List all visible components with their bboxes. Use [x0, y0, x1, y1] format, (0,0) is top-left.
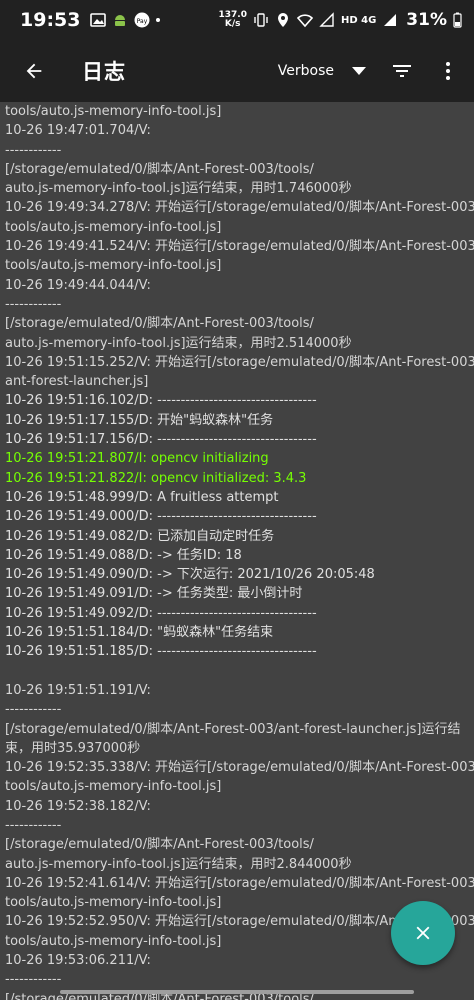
log-line: ------------ — [5, 702, 62, 718]
more-options-button[interactable] — [430, 53, 466, 89]
status-bar: 19:53 Pay 137.0 K/s HD 4G 31% — [0, 0, 474, 40]
log-list[interactable]: tools/auto.js-memory-info-tool.js] 10-26 … — [0, 102, 474, 1000]
signal-strength-icon — [384, 14, 397, 26]
log-line: 10-26 19:51:48.999/D: A fruitless attemp… — [5, 489, 279, 505]
log-line: ------------ — [5, 972, 62, 988]
log-line: ------------ — [5, 296, 62, 312]
log-line: 10-26 19:51:51.191/V: — [5, 682, 151, 698]
navigation-handle[interactable] — [60, 990, 414, 994]
log-line: 10-26 19:49:44.044/V: — [5, 277, 151, 293]
log-line: 10-26 19:51:51.184/D: "蚂蚁森林"任务结束 — [5, 625, 274, 641]
log-line: 10-26 19:52:41.614/V: 开始运行[/storage/emul… — [5, 875, 474, 891]
net-speed-unit: K/s — [224, 19, 241, 29]
log-line: 10-26 19:52:35.338/V: 开始运行[/storage/emul… — [5, 760, 474, 776]
log-line: [/storage/emulated/0/脚本/Ant-Forest-003/t… — [5, 837, 314, 853]
close-icon — [416, 926, 430, 940]
signal-icon — [319, 12, 334, 27]
android-icon — [115, 15, 126, 26]
net-speed: 137.0 K/s — [219, 11, 247, 29]
log-line: auto.js-memory-info-tool.js]运行结束，用时2.844… — [5, 856, 352, 872]
log-line: ant-forest-launcher.js] — [5, 374, 149, 390]
log-line: ------------ — [5, 142, 62, 158]
gallery-icon — [90, 13, 107, 27]
log-line: tools/auto.js-memory-info-tool.js] — [5, 104, 222, 119]
network-type: HD 4G — [340, 14, 377, 26]
vibrate-icon — [254, 13, 268, 27]
notification-icons: Pay — [90, 12, 161, 28]
battery-icon — [453, 12, 462, 28]
log-line: 10-26 19:51:15.252/V: 开始运行[/storage/emul… — [5, 354, 474, 370]
log-line: tools/auto.js-memory-info-tool.js] — [5, 219, 222, 235]
log-level-label: Verbose — [277, 63, 334, 79]
log-line: 10-26 19:49:34.278/V: 开始运行[/storage/emul… — [5, 200, 474, 216]
log-line: 10-26 19:51:49.082/D: 已添加自动定时任务 — [5, 528, 275, 544]
log-line: ------------ — [5, 817, 62, 833]
more-notifications-dot-icon — [156, 18, 161, 22]
location-icon — [277, 13, 288, 27]
back-arrow-icon — [26, 63, 42, 79]
log-line: 10-26 19:51:21.807/I: opencv initializin… — [5, 451, 269, 467]
log-line: 10-26 19:51:49.088/D: -> 任务ID: 18 — [5, 547, 242, 563]
more-vert-icon — [446, 62, 450, 80]
log-line: tools/auto.js-memory-info-tool.js] — [5, 258, 222, 274]
log-line: auto.js-memory-info-tool.js]运行结束，用时1.746… — [5, 181, 352, 197]
log-line: 10-26 19:51:51.185/D: ------------------… — [5, 644, 317, 660]
log-line: 10-26 19:51:49.000/D: ------------------… — [5, 509, 317, 525]
log-line: 束，用时35.937000秒 — [5, 740, 141, 756]
log-line: [/storage/emulated/0/脚本/Ant-Forest-003/t… — [5, 161, 314, 177]
filter-icon — [393, 65, 411, 77]
log-line: tools/auto.js-memory-info-tool.js] — [5, 779, 222, 795]
log-line: 10-26 19:51:49.090/D: -> 下次运行: 2021/10/2… — [5, 567, 375, 583]
log-line: 10-26 19:51:49.092/D: ------------------… — [5, 605, 317, 621]
wifi-icon — [296, 14, 313, 28]
log-line: 10-26 19:51:16.102/D: ------------------… — [5, 393, 317, 409]
log-line: auto.js-memory-info-tool.js]运行结束，用时2.514… — [5, 335, 352, 351]
page-title: 日志 — [82, 60, 126, 84]
svg-text:Pay: Pay — [137, 18, 148, 25]
battery-percent: 31% — [406, 10, 447, 30]
log-line: [/storage/emulated/0/脚本/Ant-Forest-003/t… — [5, 316, 314, 332]
log-line: 10-26 19:51:17.155/D: 开始"蚂蚁森林"任务 — [5, 412, 274, 428]
log-line: 10-26 19:51:17.156/D: ------------------… — [5, 432, 317, 448]
log-line: 10-26 19:51:21.822/I: opencv initialized… — [5, 470, 307, 486]
dropdown-arrow-icon — [352, 67, 366, 75]
status-right: 137.0 K/s HD 4G 31% — [219, 10, 463, 30]
status-time: 19:53 — [20, 9, 81, 31]
app-toolbar: 日志 Verbose — [0, 40, 474, 102]
clear-log-button[interactable] — [391, 901, 455, 965]
log-line: 10-26 19:49:41.524/V: 开始运行[/storage/emul… — [5, 239, 474, 255]
log-line: 10-26 19:51:49.091/D: -> 任务类型: 最小倒计时 — [5, 586, 303, 602]
log-line: 10-26 19:47:01.704/V: — [5, 123, 151, 139]
log-level-dropdown[interactable]: Verbose — [278, 63, 366, 79]
back-button[interactable] — [16, 53, 52, 89]
filter-button[interactable] — [384, 53, 420, 89]
log-line: 10-26 19:52:38.182/V: — [5, 798, 151, 814]
log-line: [/storage/emulated/0/脚本/Ant-Forest-003/a… — [5, 721, 461, 737]
pay-icon: Pay — [134, 12, 150, 28]
